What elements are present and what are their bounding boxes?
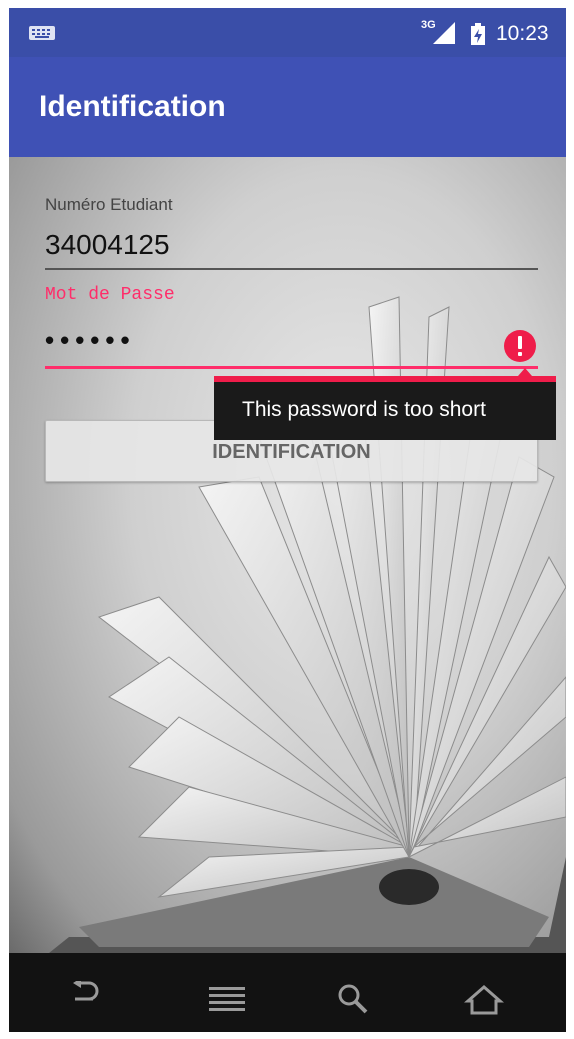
identification-button-label: IDENTIFICATION <box>212 441 371 463</box>
error-icon[interactable] <box>503 329 537 363</box>
device-screen: 3G 10:23 Identification Numéro Etudiant … <box>9 8 566 1032</box>
password-underline <box>45 366 538 369</box>
login-form: Numéro Etudiant 34004125 Mot de Passe ••… <box>9 157 566 953</box>
student-number-label: Numéro Etudiant <box>45 195 173 214</box>
page-title: Identification <box>39 90 226 123</box>
status-bar: 3G 10:23 <box>9 8 566 57</box>
password-error-tooltip: This password is too short <box>214 368 556 440</box>
tooltip-arrow <box>518 368 532 376</box>
password-input[interactable]: •••••• <box>45 325 136 356</box>
signal-icon <box>433 22 455 44</box>
navigation-bar <box>9 953 566 1032</box>
home-icon[interactable] <box>464 981 504 1017</box>
password-label: Mot de Passe <box>45 285 175 305</box>
book-background-image <box>49 296 566 953</box>
password-error-message: This password is too short <box>242 398 486 421</box>
student-number-underline <box>45 268 538 270</box>
battery-icon <box>471 23 485 45</box>
back-icon[interactable] <box>69 981 109 1017</box>
search-icon[interactable] <box>334 981 374 1017</box>
menu-icon[interactable] <box>207 981 247 1017</box>
tooltip-accent-bar <box>214 376 556 382</box>
status-time: 10:23 <box>496 22 549 45</box>
app-bar: Identification <box>9 57 566 157</box>
keyboard-icon <box>29 26 55 40</box>
student-number-input[interactable]: 34004125 <box>45 229 170 261</box>
